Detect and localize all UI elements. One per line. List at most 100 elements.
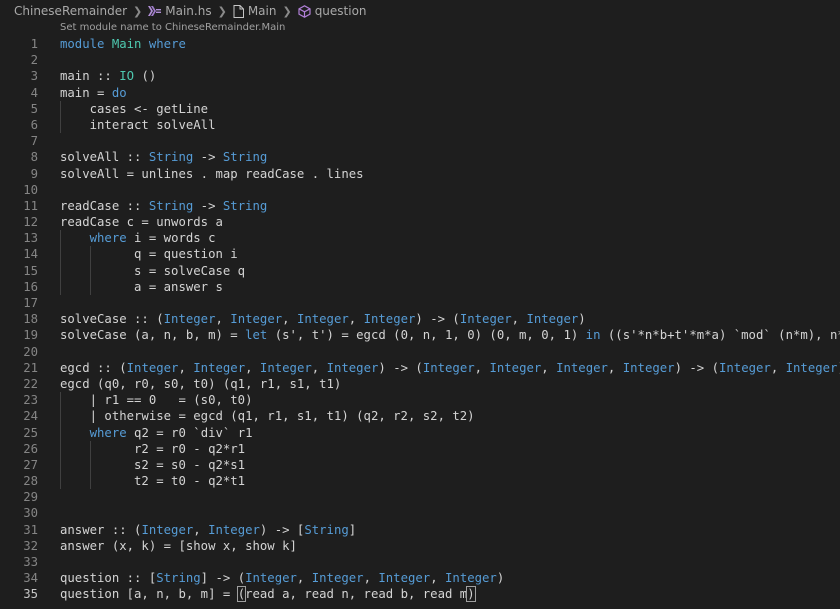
code-line[interactable]: 9 solveAll = unlines . map readCase . lin… (0, 166, 840, 182)
code-editor[interactable]: 1 module Main where 2 3 main :: IO () 4 main =… (0, 36, 840, 603)
code-token: String (156, 571, 201, 586)
code-line[interactable]: 13 where i = words c (0, 230, 840, 247)
code-text: s2 = s0 - q2*s1 (60, 457, 245, 473)
code-line[interactable]: 16 a = answer s (0, 278, 840, 295)
code-line[interactable]: 23 | r1 == 0 = (s0, t0) (0, 392, 840, 409)
code-token: | otherwise = egcd (q1, r1, s1, t1) (q2,… (60, 409, 475, 424)
code-line[interactable]: 34 question :: [String] -> (Integer, Inte… (0, 570, 840, 586)
code-line[interactable]: 26 r2 = r0 - q2*r1 (0, 440, 840, 457)
line-number: 10 (23, 182, 38, 197)
code-line[interactable]: 7 (0, 133, 840, 149)
code-line[interactable]: 1 module Main where (0, 36, 840, 52)
code-token: , (296, 571, 312, 586)
code-token: -> (193, 198, 223, 213)
breadcrumb-item-module[interactable]: Main (233, 4, 277, 18)
code-token: Integer (622, 360, 675, 375)
breadcrumb-item-project[interactable]: ChineseRemainder (14, 4, 127, 18)
code-line[interactable]: 25 where q2 = r0 `div` r1 (0, 424, 840, 441)
code-line[interactable]: 4 main = do (0, 85, 840, 101)
code-line[interactable]: 22 egcd (q0, r0, s0, t0) (q1, r1, s1, t1) (0, 376, 840, 392)
code-line[interactable]: 15 s = solveCase q (0, 262, 840, 279)
chevron-right-icon: ❯ (133, 4, 143, 18)
code-token: Integer (208, 522, 260, 537)
code-token: main = (60, 85, 112, 100)
code-line[interactable]: 14 q = question i (0, 246, 840, 263)
code-token: readCase :: (60, 198, 149, 213)
line-number: 13 (23, 231, 38, 246)
code-token: Integer (296, 312, 349, 327)
line-number: 3 (30, 69, 38, 84)
code-line[interactable]: 27 s2 = s0 - q2*s1 (0, 456, 840, 474)
codelens-hint[interactable]: Set module name to ChineseRemainder.Main (60, 22, 285, 36)
code-text: egcd (q0, r0, s0, t0) (q1, r1, s1, t1) (60, 376, 341, 392)
code-line[interactable]: 33 (0, 554, 840, 570)
line-number: 9 (30, 166, 38, 181)
code-text: solveCase (a, n, b, m) = let (s', t') = … (60, 327, 840, 343)
breadcrumb-module-label: Main (247, 4, 277, 18)
line-number: 17 (23, 296, 38, 310)
breadcrumb-symbol-label: question (314, 4, 367, 18)
code-token: , (430, 571, 446, 586)
code-line[interactable]: 31 answer :: (Integer, Integer) -> [Strin… (0, 522, 840, 538)
line-number: 14 (23, 247, 38, 262)
code-token: egcd (q0, r0, s0, t0) (q1, r1, s1, t1) (60, 376, 342, 391)
line-number: 21 (23, 360, 38, 375)
breadcrumb-item-symbol[interactable]: question (298, 4, 367, 18)
code-token: egcd :: ( (60, 360, 127, 375)
code-text: question :: [String] -> (Integer, Intege… (60, 570, 504, 586)
breadcrumb-item-file[interactable]: Main.hs (148, 4, 212, 18)
code-token: s2 = s0 - q2*s1 (60, 457, 246, 472)
code-token: Integer (785, 360, 838, 375)
code-line[interactable]: 3 main :: IO () (0, 68, 840, 84)
code-text: question [a, n, b, m] = (read a, read n,… (60, 586, 476, 603)
code-line[interactable]: 32 answer (x, k) = [show x, show k] (0, 538, 840, 554)
code-token: , (178, 360, 194, 375)
code-token: , (363, 571, 379, 586)
code-line[interactable]: 30 (0, 505, 840, 521)
code-token: in (585, 328, 601, 343)
code-token: , (215, 312, 231, 327)
code-line[interactable]: 28 t2 = t0 - q2*t1 (0, 473, 840, 490)
line-number: 27 (23, 457, 38, 472)
code-line[interactable]: 12 readCase c = unwords a (0, 214, 840, 230)
line-number: 15 (23, 263, 38, 278)
line-number: 2 (30, 53, 38, 68)
code-line[interactable]: 21 egcd :: (Integer, Integer, Integer, In… (0, 360, 840, 376)
module-icon (233, 4, 244, 18)
line-number: 16 (23, 279, 38, 294)
code-line[interactable]: 19 solveCase (a, n, b, m) = let (s', t') … (0, 327, 840, 343)
code-line[interactable]: 35 question [a, n, b, m] = (read a, read … (0, 586, 840, 603)
code-token: ) -> ( (674, 360, 719, 375)
code-token: q2 = r0 `div` r1 (126, 425, 253, 440)
code-line[interactable]: 29 (0, 489, 840, 505)
code-line[interactable]: 24 | otherwise = egcd (q1, r1, s1, t1) (… (0, 408, 840, 425)
code-line[interactable]: 5 cases <- getLine (0, 100, 840, 117)
code-token: do (111, 85, 127, 100)
code-text: where i = words c (60, 230, 216, 246)
code-text: solveCase :: (Integer, Integer, Integer,… (60, 311, 586, 327)
code-line[interactable]: 2 (0, 52, 840, 68)
line-number: 4 (30, 85, 38, 100)
code-line[interactable]: 6 interact solveAll (0, 116, 840, 134)
code-token: Integer (445, 571, 497, 586)
code-token: module (60, 37, 105, 51)
code-line[interactable]: 10 (0, 182, 840, 198)
code-token: Integer (378, 571, 431, 586)
code-line[interactable]: 17 (0, 295, 840, 311)
code-token: Integer (489, 360, 542, 375)
code-token: Integer (259, 360, 312, 375)
line-number: 26 (23, 441, 38, 456)
code-token: ] (348, 522, 357, 537)
code-token: a = answer s (60, 279, 223, 294)
code-token: , (770, 360, 786, 375)
code-token: , (348, 312, 364, 327)
line-number: 33 (23, 555, 38, 569)
code-line[interactable]: 20 (0, 344, 840, 360)
code-token: question :: [ (60, 571, 157, 586)
code-line[interactable]: 18 solveCase :: (Integer, Integer, Intege… (0, 311, 840, 327)
code-line[interactable]: 8 solveAll :: String -> String (0, 149, 840, 165)
code-line[interactable]: 11 readCase :: String -> String (0, 198, 840, 214)
code-token: answer :: ( (60, 522, 142, 537)
